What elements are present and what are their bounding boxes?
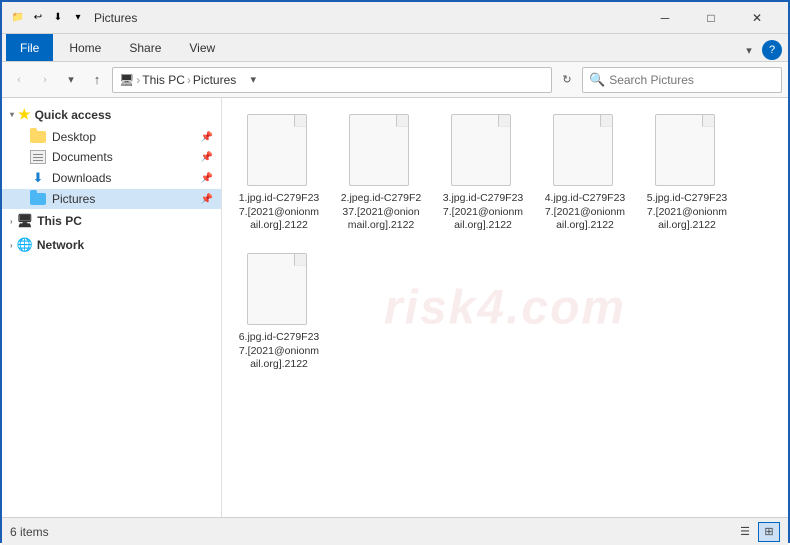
path-this-pc[interactable]: This PC	[142, 73, 185, 87]
file-item-4[interactable]: 4.jpg.id-C279F237.[2021@onionmail.org].2…	[540, 110, 630, 237]
address-path[interactable]: 🖥 › This PC › Pictures ▾	[112, 67, 552, 93]
sidebar-label-pictures: Pictures	[52, 192, 95, 206]
back-button[interactable]: ‹	[8, 69, 30, 91]
title-bar-icons: 📁 ↩ ⬇ ▾	[10, 10, 86, 26]
main-layout: ▾ ★ Quick access Desktop 📌 Documents 📌 ⬇…	[2, 98, 788, 517]
sidebar-item-label: Quick access	[35, 108, 112, 122]
sidebar-label-desktop: Desktop	[52, 130, 96, 144]
address-bar: ‹ › ▾ ↑ 🖥 › This PC › Pictures ▾ ↻ 🔍	[2, 62, 788, 98]
ribbon-tabs: File Home Share View ▾ ?	[2, 34, 788, 62]
window-title: Pictures	[94, 11, 642, 25]
docs-icon	[30, 150, 46, 164]
forward-button[interactable]: ›	[34, 69, 56, 91]
pin-icon-docs: 📌	[201, 152, 213, 163]
sidebar-label-this-pc: This PC	[37, 214, 82, 228]
view-controls: ☰ ⊞	[734, 522, 780, 542]
tab-share[interactable]: Share	[115, 34, 175, 61]
search-input[interactable]	[609, 73, 775, 87]
dropdown-icon[interactable]: ▾	[70, 10, 86, 26]
tab-view[interactable]: View	[175, 34, 229, 61]
file-label-1: 1.jpg.id-C279F237.[2021@onionmail.org].2…	[238, 192, 320, 233]
sidebar-section-this-pc[interactable]: › 🖥 This PC	[2, 209, 221, 233]
help-button[interactable]: ?	[762, 40, 782, 60]
item-count: 6 items	[10, 525, 49, 539]
file-item-6[interactable]: 6.jpg.id-C279F237.[2021@onionmail.org].2…	[234, 249, 324, 376]
search-icon: 🔍	[589, 72, 605, 88]
download-icon: ⬇	[30, 170, 46, 186]
files-grid: 1.jpg.id-C279F237.[2021@onionmail.org].2…	[234, 110, 776, 376]
file-label-6: 6.jpg.id-C279F237.[2021@onionmail.org].2…	[238, 331, 320, 372]
title-bar: 📁 ↩ ⬇ ▾ Pictures ─ □ ✕	[2, 2, 788, 34]
maximize-button[interactable]: □	[688, 2, 734, 34]
window-icon: 📁	[10, 10, 26, 26]
file-icon-5	[655, 114, 719, 188]
undo-icon[interactable]: ↩	[30, 10, 46, 26]
ribbon-collapse-button[interactable]: ▾	[738, 39, 760, 61]
file-icon-2	[349, 114, 413, 188]
refresh-button[interactable]: ↻	[556, 69, 578, 91]
status-bar: 6 items ☰ ⊞	[2, 517, 788, 545]
up-button[interactable]: ↑	[86, 69, 108, 91]
minimize-button[interactable]: ─	[642, 2, 688, 34]
sidebar-section-network[interactable]: › 🌐 Network	[2, 233, 221, 257]
file-icon-4	[553, 114, 617, 188]
file-icon-1	[247, 114, 311, 188]
file-item[interactable]: 1.jpg.id-C279F237.[2021@onionmail.org].2…	[234, 110, 324, 237]
pin-icon-dl: 📌	[201, 173, 213, 184]
path-dropdown-button[interactable]: ▾	[242, 69, 264, 91]
network-icon: 🌐	[17, 237, 33, 253]
window-controls: ─ □ ✕	[642, 2, 780, 34]
sidebar-label-network: Network	[37, 238, 84, 252]
sidebar: ▾ ★ Quick access Desktop 📌 Documents 📌 ⬇…	[2, 98, 222, 517]
folder-blue-icon	[30, 193, 46, 205]
content-area: risk4.com 1.jpg.id-C279F237.[2021@onionm…	[222, 98, 788, 517]
file-label-5: 5.jpg.id-C279F237.[2021@onionmail.org].2…	[646, 192, 728, 233]
tab-file[interactable]: File	[6, 34, 53, 61]
file-icon-6	[247, 253, 311, 327]
star-icon: ★	[18, 106, 31, 123]
path-pictures[interactable]: Pictures	[193, 73, 236, 87]
file-label-3: 3.jpg.id-C279F237.[2021@onionmail.org].2…	[442, 192, 524, 233]
sidebar-section-quick-access[interactable]: ▾ ★ Quick access	[2, 102, 221, 127]
sidebar-label-documents: Documents	[52, 150, 113, 164]
list-view-button[interactable]: ☰	[734, 522, 756, 542]
folder-icon	[30, 131, 46, 143]
file-item-3[interactable]: 3.jpg.id-C279F237.[2021@onionmail.org].2…	[438, 110, 528, 237]
file-label-4: 4.jpg.id-C279F237.[2021@onionmail.org].2…	[544, 192, 626, 233]
sidebar-label-downloads: Downloads	[52, 171, 111, 185]
grid-view-button[interactable]: ⊞	[758, 522, 780, 542]
pin-icon-pics: 📌	[201, 194, 213, 205]
history-dropdown-button[interactable]: ▾	[60, 69, 82, 91]
chevron-down-icon: ▾	[10, 110, 14, 119]
chevron-right-icon: ›	[10, 217, 13, 226]
sidebar-item-pictures[interactable]: Pictures 📌	[2, 189, 221, 209]
down-icon[interactable]: ⬇	[50, 10, 66, 26]
pc-icon: 🖥	[17, 213, 34, 229]
file-item-5[interactable]: 5.jpg.id-C279F237.[2021@onionmail.org].2…	[642, 110, 732, 237]
file-label-2: 2.jpeg.id-C279F237.[2021@onionmail.org].…	[340, 192, 422, 233]
sidebar-item-downloads[interactable]: ⬇ Downloads 📌	[2, 167, 221, 189]
close-button[interactable]: ✕	[734, 2, 780, 34]
file-icon-3	[451, 114, 515, 188]
sidebar-item-documents[interactable]: Documents 📌	[2, 147, 221, 167]
tab-home[interactable]: Home	[55, 34, 115, 61]
search-box[interactable]: 🔍	[582, 67, 782, 93]
file-item-2[interactable]: 2.jpeg.id-C279F237.[2021@onionmail.org].…	[336, 110, 426, 237]
path-icon: 🖥	[119, 73, 134, 87]
chevron-right-icon-net: ›	[10, 241, 13, 250]
sidebar-item-desktop[interactable]: Desktop 📌	[2, 127, 221, 147]
pin-icon: 📌	[201, 132, 213, 143]
